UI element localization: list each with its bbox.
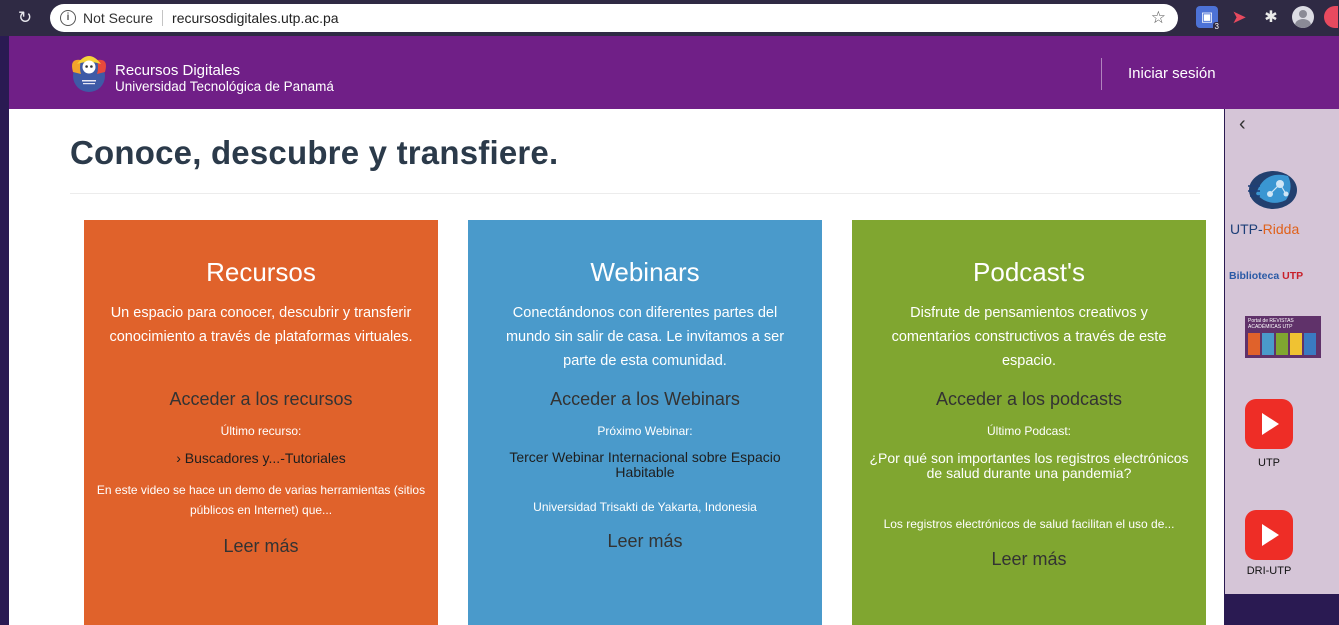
read-more-link[interactable]: Leer más [852, 548, 1206, 570]
info-icon[interactable]: i [60, 10, 76, 26]
card-excerpt: Los registros electrónicos de salud faci… [883, 517, 1175, 531]
bookmark-star-icon[interactable]: ☆ [1151, 8, 1166, 28]
revistas-academicas-link[interactable]: Portal de REVISTAS ACADÉMICAS UTP [1245, 316, 1321, 358]
youtube-dri-icon[interactable] [1245, 510, 1293, 560]
recursos-digitales-logo-icon[interactable] [67, 50, 111, 94]
card-excerpt: En este video se hace un demo de varias … [96, 483, 426, 517]
card-podcasts: Podcast's Disfrute de pensamientos creat… [852, 220, 1206, 625]
card-webinars: Webinars Conectándonos con diferentes pa… [468, 220, 822, 625]
biblioteca-suffix: UTP [1282, 270, 1304, 282]
puzzle-extension-icon[interactable]: ✱ [1260, 6, 1282, 28]
access-webinars-link[interactable]: Acceder a los Webinars [468, 388, 822, 410]
card-description: Disfrute de pensamientos creativos y com… [891, 305, 1167, 369]
utp-ridda-link[interactable]: UTP-Ridda [1230, 221, 1299, 237]
latest-podcast-link[interactable]: ¿Por qué son importantes los registros e… [866, 451, 1192, 481]
profile-avatar-icon[interactable] [1292, 6, 1314, 28]
arrow-extension-icon[interactable]: ➤ [1228, 6, 1250, 28]
revistas-title: Portal de REVISTAS ACADÉMICAS UTP [1248, 318, 1294, 330]
browser-toolbar: ↻ i Not Secure recursosdigitales.utp.ac.… [0, 0, 1339, 36]
security-label: Not Secure [83, 10, 154, 26]
access-resources-link[interactable]: Acceder a los recursos [84, 388, 438, 410]
extension-badge: 3 [1212, 22, 1221, 31]
card-excerpt: Universidad Trisakti de Yakarta, Indones… [533, 500, 757, 514]
latest-resource-link[interactable]: › Buscadores y...-Tutoriales [98, 451, 424, 466]
brand-subtitle[interactable]: Universidad Tecnológica de Panamá [115, 79, 334, 94]
page-title: Conoce, descubre y transfiere. [70, 134, 559, 171]
card-title: Webinars [590, 257, 700, 287]
card-title: Recursos [206, 257, 316, 287]
youtube-utp-label[interactable]: UTP [1234, 457, 1304, 469]
youtube-utp-icon[interactable] [1245, 399, 1293, 449]
main-content: Conoce, descubre y transfiere. Recursos … [9, 109, 1224, 625]
card-recursos: Recursos Un espacio para conocer, descub… [84, 220, 438, 625]
youtube-dri-label[interactable]: DRI-UTP [1234, 565, 1304, 577]
extension-tray: ▣ 3 ➤ ✱ [1196, 6, 1338, 31]
card-title: Podcast's [973, 257, 1085, 287]
chevron-left-icon[interactable]: ‹ [1239, 113, 1246, 136]
read-more-link[interactable]: Leer más [468, 530, 822, 552]
title-divider [70, 193, 1200, 194]
next-webinar-link[interactable]: Tercer Webinar Internacional sobre Espac… [482, 450, 808, 480]
latest-label: Último Podcast: [986, 424, 1072, 438]
site-header: Recursos Digitales Universidad Tecnológi… [9, 36, 1339, 109]
url-text[interactable]: recursosdigitales.utp.ac.pa [172, 10, 339, 26]
shield-extension-icon[interactable]: ▣ 3 [1196, 6, 1221, 31]
revistas-covers [1245, 330, 1321, 358]
ridda-prefix: UTP- [1230, 221, 1263, 237]
ridda-brain-icon[interactable] [1246, 164, 1298, 212]
header-divider [1101, 58, 1102, 90]
card-description: Conectándonos con diferentes partes del … [505, 305, 785, 369]
biblioteca-utp-link[interactable]: Biblioteca UTP [1229, 270, 1303, 282]
access-podcasts-link[interactable]: Acceder a los podcasts [852, 388, 1206, 410]
latest-label: Próximo Webinar: [597, 424, 693, 438]
brand-title[interactable]: Recursos Digitales [115, 63, 240, 78]
latest-label: Último recurso: [220, 424, 302, 438]
login-link[interactable]: Iniciar sesión [1128, 65, 1216, 82]
address-bar[interactable]: i Not Secure recursosdigitales.utp.ac.pa… [50, 4, 1178, 32]
address-separator [162, 10, 164, 26]
ridda-suffix: Ridda [1262, 221, 1300, 237]
biblioteca-prefix: Biblioteca [1229, 270, 1283, 282]
card-description: Un espacio para conocer, descubrir y tra… [109, 305, 413, 345]
reload-icon[interactable]: ↻ [14, 8, 36, 28]
menu-partial-icon[interactable] [1324, 6, 1338, 28]
right-sidebar: ‹ UTP-Ridda Biblioteca UTP Portal de REV… [1225, 109, 1339, 594]
read-more-link[interactable]: Leer más [84, 535, 438, 557]
